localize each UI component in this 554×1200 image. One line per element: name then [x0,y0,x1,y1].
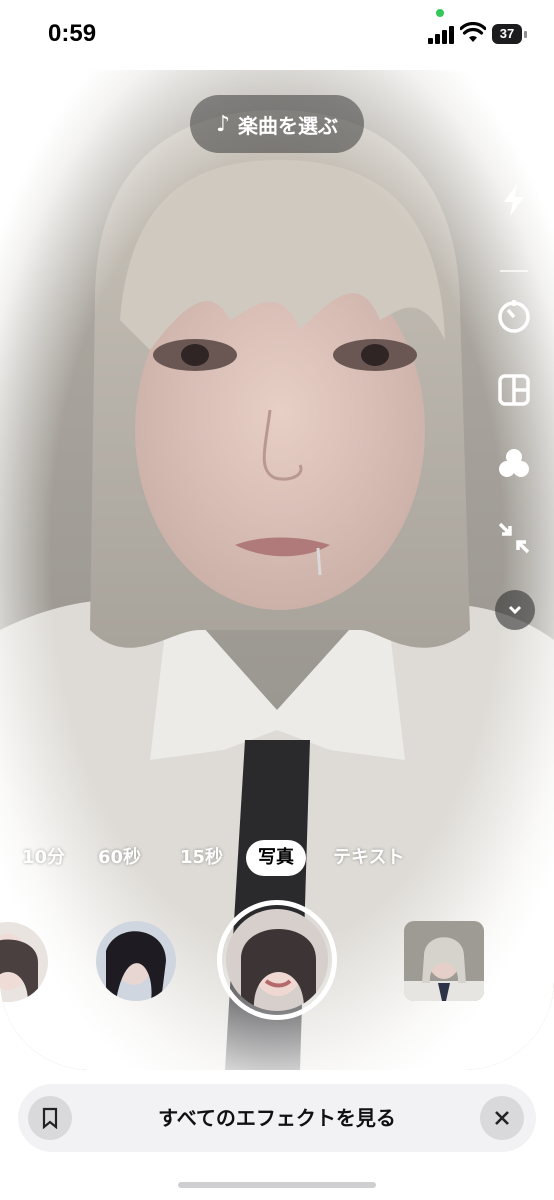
battery-level: 37 [492,24,522,44]
layout-icon[interactable] [492,368,536,412]
shrink-icon[interactable] [492,516,536,560]
all-effects-label: すべてのエフェクトを見る [158,1106,396,1130]
mode-60sec[interactable]: 60秒 [98,840,141,876]
camera-viewfinder[interactable]: × ♪ 楽曲を選ぶ 10分 60秒 15秒 写真 テキスト [0,70,554,1070]
cellular-signal-icon [428,26,454,44]
gallery-thumbnail[interactable] [404,921,484,1001]
close-effects-icon[interactable] [480,1096,524,1140]
battery-icon: 37 [492,24,528,44]
close-icon[interactable]: × [24,110,60,146]
capture-mode-selector: 10分 60秒 15秒 写真 テキスト [0,840,554,876]
all-effects-bar[interactable]: すべてのエフェクトを見る [18,1084,536,1152]
bookmark-icon[interactable] [28,1096,72,1140]
wifi-icon [460,22,486,42]
effect-thumbnail[interactable] [96,921,176,1001]
capture-shutter-button[interactable] [217,900,337,1020]
filters-icon[interactable] [492,442,536,486]
flip-camera-icon[interactable] [492,100,536,144]
select-music-button[interactable]: ♪ 楽曲を選ぶ [190,95,364,153]
toolbar-divider [500,270,528,272]
select-music-label: 楽曲を選ぶ [238,113,339,138]
home-indicator [178,1182,376,1188]
music-note-icon: ♪ [215,111,231,137]
flash-icon[interactable] [492,178,536,222]
status-bar: 0:59 37 [0,0,554,70]
mode-text[interactable]: テキスト [333,840,404,876]
mode-15sec[interactable]: 15秒 [180,840,223,876]
camera-in-use-indicator [436,9,444,17]
chevron-down-icon[interactable] [495,590,535,630]
shutter-effect-preview [226,909,328,1011]
mode-10min[interactable]: 10分 [22,840,65,876]
timer-icon[interactable] [492,295,536,339]
status-time: 0:59 [48,20,97,47]
mode-photo[interactable]: 写真 [246,840,306,876]
